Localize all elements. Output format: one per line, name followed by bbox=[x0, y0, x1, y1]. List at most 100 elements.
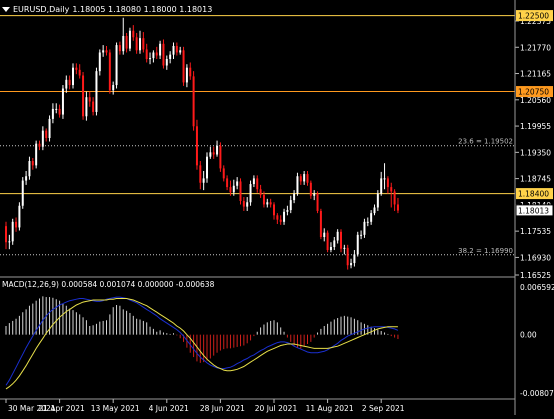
candle-body-bull bbox=[179, 50, 182, 53]
candle-body-bear bbox=[346, 247, 349, 266]
candle-body-bear bbox=[229, 187, 232, 193]
candle-body-bull bbox=[206, 156, 208, 179]
candle-body-bull bbox=[286, 210, 289, 212]
candle-body-bear bbox=[118, 45, 121, 52]
candle-body-bear bbox=[326, 232, 329, 251]
current-price-tag: 1.18013 bbox=[515, 204, 554, 217]
chart-background bbox=[0, 0, 554, 415]
candle-body-bull bbox=[172, 45, 175, 55]
candle-body-bull bbox=[159, 43, 162, 56]
candle-body-bear bbox=[182, 50, 185, 83]
candle-body-bear bbox=[390, 187, 393, 192]
candle-body-bull bbox=[152, 52, 155, 59]
candle-body-bull bbox=[122, 35, 125, 52]
fibonacci-level-label: 23.6 = 1.19502 bbox=[458, 138, 513, 146]
level-tag-label: 1.22500 bbox=[518, 12, 549, 21]
candle-body-bear bbox=[319, 210, 322, 238]
macd-axis-label: 0.006592 bbox=[520, 283, 554, 292]
candle-body-bull bbox=[8, 241, 11, 243]
candle-body-bear bbox=[299, 176, 302, 182]
candle-body-bull bbox=[252, 178, 255, 185]
time-tick-label: 11 Aug 2021 bbox=[306, 404, 354, 413]
candle-body-bull bbox=[202, 178, 205, 183]
candle-body-bear bbox=[189, 67, 192, 77]
level-tag-label: 1.18400 bbox=[518, 190, 549, 199]
candle-body-bull bbox=[72, 67, 74, 86]
candle-body-bear bbox=[316, 193, 319, 211]
candle-body-bull bbox=[380, 178, 383, 194]
price-tick-label: 1.16525 bbox=[520, 271, 551, 280]
candle-body-bull bbox=[112, 85, 115, 91]
price-tick-label: 1.21770 bbox=[520, 43, 551, 52]
candle-body-bull bbox=[18, 205, 21, 228]
candle-body-bull bbox=[209, 152, 212, 157]
candle-body-bull bbox=[55, 108, 58, 110]
candle-body-bull bbox=[360, 234, 363, 236]
price-tick-label: 1.16930 bbox=[520, 253, 551, 262]
candle-body-bull bbox=[303, 174, 306, 182]
candle-body-bear bbox=[92, 101, 95, 112]
macd-axis-label: -0.008072 bbox=[520, 389, 554, 398]
candle-body-bull bbox=[232, 185, 235, 193]
level-tag-label: 1.20750 bbox=[518, 88, 549, 97]
candle-body-bull bbox=[65, 79, 68, 89]
price-tick-label: 1.17535 bbox=[520, 227, 551, 236]
candle-body-bull bbox=[350, 263, 353, 266]
symbol-header: EURUSD,Daily 1.18005 1.18080 1.18000 1.1… bbox=[2, 2, 212, 16]
candle-body-bull bbox=[333, 240, 336, 247]
mt4-chart-window[interactable]: 1.22375 1.21770 1.21165 1.20560 1.19955 1.193… bbox=[0, 0, 554, 415]
candle-body-bear bbox=[78, 69, 81, 76]
candle-body-bull bbox=[102, 50, 105, 53]
time-tick-label: 4 Jun 2021 bbox=[149, 404, 190, 413]
candle-body-bull bbox=[383, 178, 386, 180]
candle-body-bear bbox=[276, 215, 279, 220]
time-tick-label: 28 Jun 2021 bbox=[200, 404, 245, 413]
candle-body-bear bbox=[142, 38, 145, 50]
candle-body-bear bbox=[192, 76, 195, 127]
chart-menu-dropdown-icon[interactable] bbox=[2, 6, 10, 12]
candle-body-bull bbox=[25, 176, 28, 181]
candle-body-bear bbox=[256, 178, 259, 190]
candle-body-bull bbox=[85, 97, 88, 117]
candle-body-bull bbox=[313, 193, 316, 196]
candle-body-bear bbox=[279, 219, 282, 222]
candle-body-bull bbox=[373, 207, 376, 214]
candle-body-bear bbox=[396, 204, 399, 211]
current-price-label: 1.18013 bbox=[518, 206, 549, 215]
candle-body-bear bbox=[105, 50, 108, 53]
macd-axis-label: 0.00 bbox=[520, 331, 537, 340]
candle-body-bull bbox=[95, 71, 98, 112]
candle-body-bull bbox=[323, 232, 326, 238]
candle-body-bull bbox=[293, 193, 296, 201]
candle-body-bull bbox=[336, 231, 339, 241]
candle-body-bear bbox=[242, 200, 245, 207]
candle-body-bear bbox=[108, 52, 111, 91]
candle-body-bear bbox=[75, 67, 78, 70]
candle-body-bull bbox=[61, 88, 64, 115]
macd-indicator-label: MACD(12,26,9) 0.000584 0.001074 0.000000… bbox=[2, 280, 215, 289]
candle-body-bull bbox=[266, 202, 269, 205]
candle-body-bear bbox=[175, 45, 178, 53]
candle-body-bull bbox=[246, 202, 249, 207]
time-tick-label: 20 Jul 2021 bbox=[255, 404, 298, 413]
chart-canvas[interactable]: 1.223751.217701.211651.205601.199551.193… bbox=[0, 0, 554, 415]
candle-body-bear bbox=[239, 181, 242, 201]
candle-body-bull bbox=[353, 254, 356, 264]
candle-body-bull bbox=[363, 221, 366, 235]
candle-body-bull bbox=[41, 130, 44, 147]
candle-body-bull bbox=[356, 234, 359, 255]
candle-body-bear bbox=[222, 168, 225, 179]
candle-body-bear bbox=[199, 165, 202, 183]
candle-body-bear bbox=[5, 226, 7, 243]
price-tick-label: 1.18745 bbox=[520, 175, 551, 184]
candle-body-bear bbox=[82, 75, 85, 117]
candle-body-bull bbox=[165, 58, 168, 66]
candle-body-bear bbox=[45, 130, 48, 139]
candle-body-bear bbox=[273, 204, 275, 216]
candle-body-bull bbox=[370, 213, 373, 222]
candle-body-bull bbox=[115, 45, 118, 86]
candle-body-bull bbox=[289, 200, 292, 211]
candle-body-bull bbox=[139, 38, 141, 51]
candle-body-bear bbox=[31, 161, 34, 166]
fibonacci-level-label: 38.2 = 1.16990 bbox=[458, 247, 513, 255]
